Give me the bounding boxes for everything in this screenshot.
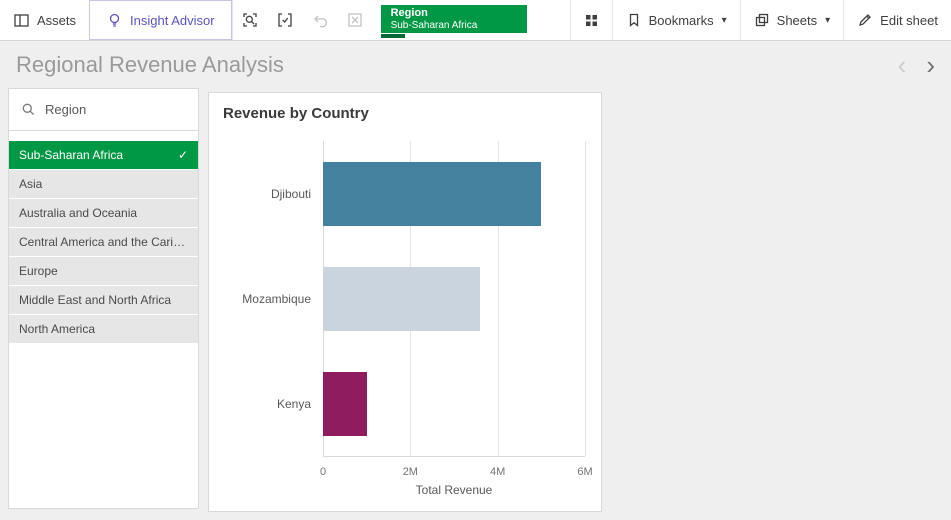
search-icon: [21, 102, 36, 117]
bar-row: Mozambique: [223, 246, 585, 351]
chart-plot-area: Djibouti Mozambique Kenya: [223, 141, 585, 497]
bar-chart-revenue-by-country: Revenue by Country Djibouti Mozambique: [208, 92, 602, 512]
bookmarks-label: Bookmarks: [649, 13, 714, 28]
selections-tool-button[interactable]: [268, 0, 303, 40]
x-tick: 4M: [490, 466, 505, 478]
selections-tool-icon: [276, 11, 294, 29]
bookmarks-button[interactable]: Bookmarks ▾: [612, 0, 740, 40]
category-label: Djibouti: [223, 187, 323, 201]
edit-sheet-label: Edit sheet: [880, 13, 938, 28]
category-label: Kenya: [223, 397, 323, 411]
filter-list: Sub-Saharan Africa ✓ Asia Australia and …: [9, 141, 198, 343]
step-back-icon: [311, 11, 329, 29]
insight-advisor-label: Insight Advisor: [130, 13, 215, 28]
selection-chip-value: Sub-Saharan Africa: [391, 20, 517, 32]
x-tick: 6M: [577, 466, 592, 478]
sheet-title-bar: Regional Revenue Analysis ‹ ›: [0, 41, 951, 88]
list-item[interactable]: Central America and the Cari…: [9, 228, 198, 256]
bar-row: Kenya: [223, 351, 585, 456]
list-item[interactable]: Europe: [9, 257, 198, 285]
toolbar-spacer: [527, 0, 570, 40]
category-label: Mozambique: [223, 292, 323, 306]
step-back-button[interactable]: [303, 0, 338, 40]
edit-sheet-button[interactable]: Edit sheet: [843, 0, 951, 40]
check-icon: ✓: [178, 148, 188, 162]
x-tick: 2M: [403, 466, 418, 478]
list-item[interactable]: Middle East and North Africa: [9, 286, 198, 314]
filter-field-label: Region: [45, 102, 86, 117]
chart-title: Revenue by Country: [223, 105, 369, 122]
filter-pane-region: Region Sub-Saharan Africa ✓ Asia Austral…: [8, 88, 199, 509]
x-axis: 0 2M 4M 6M: [323, 456, 585, 482]
chevron-left-icon: ‹: [898, 50, 907, 80]
clear-selections-icon: [346, 11, 364, 29]
selection-chip-region[interactable]: Region Sub-Saharan Africa: [381, 5, 527, 33]
page-title: Regional Revenue Analysis: [16, 52, 888, 78]
chevron-down-icon: ▾: [722, 15, 727, 26]
sheets-icon: [754, 12, 770, 28]
bookmark-icon: [626, 12, 642, 28]
charts-grid-button[interactable]: [570, 0, 612, 40]
list-item[interactable]: North America: [9, 315, 198, 343]
insight-advisor-button[interactable]: Insight Advisor: [89, 0, 232, 40]
next-sheet-button[interactable]: ›: [916, 52, 945, 78]
chevron-right-icon: ›: [926, 50, 935, 80]
smart-search-button[interactable]: [233, 0, 268, 40]
clear-selections-button[interactable]: [338, 0, 373, 40]
chevron-down-icon: ▾: [825, 15, 830, 26]
previous-sheet-button[interactable]: ‹: [888, 52, 917, 78]
filter-pane-header[interactable]: Region: [9, 89, 198, 131]
sheet-content: Region Sub-Saharan Africa ✓ Asia Austral…: [0, 88, 951, 520]
list-item[interactable]: Asia: [9, 170, 198, 198]
x-tick: 0: [320, 466, 326, 478]
pencil-icon: [857, 12, 873, 28]
charts-grid-icon: [583, 12, 600, 29]
lightbulb-icon: [106, 12, 123, 29]
search-icon: [241, 11, 259, 29]
bar-rows: Djibouti Mozambique Kenya: [223, 141, 585, 456]
sheets-label: Sheets: [777, 13, 817, 28]
assets-button[interactable]: Assets: [0, 0, 89, 40]
assets-label: Assets: [37, 13, 76, 28]
toolbar: Assets Insight Advisor: [0, 0, 951, 41]
assets-panel-icon: [13, 12, 30, 29]
list-item[interactable]: Australia and Oceania: [9, 199, 198, 227]
bar-djibouti[interactable]: [323, 162, 541, 226]
x-axis-title: Total Revenue: [323, 483, 585, 497]
bar-kenya[interactable]: [323, 372, 367, 436]
selection-chip-field: Region: [391, 7, 517, 20]
sheets-button[interactable]: Sheets ▾: [740, 0, 844, 40]
bar-row: Djibouti: [223, 141, 585, 246]
bar-mozambique[interactable]: [323, 267, 480, 331]
list-item[interactable]: Sub-Saharan Africa ✓: [9, 141, 198, 169]
